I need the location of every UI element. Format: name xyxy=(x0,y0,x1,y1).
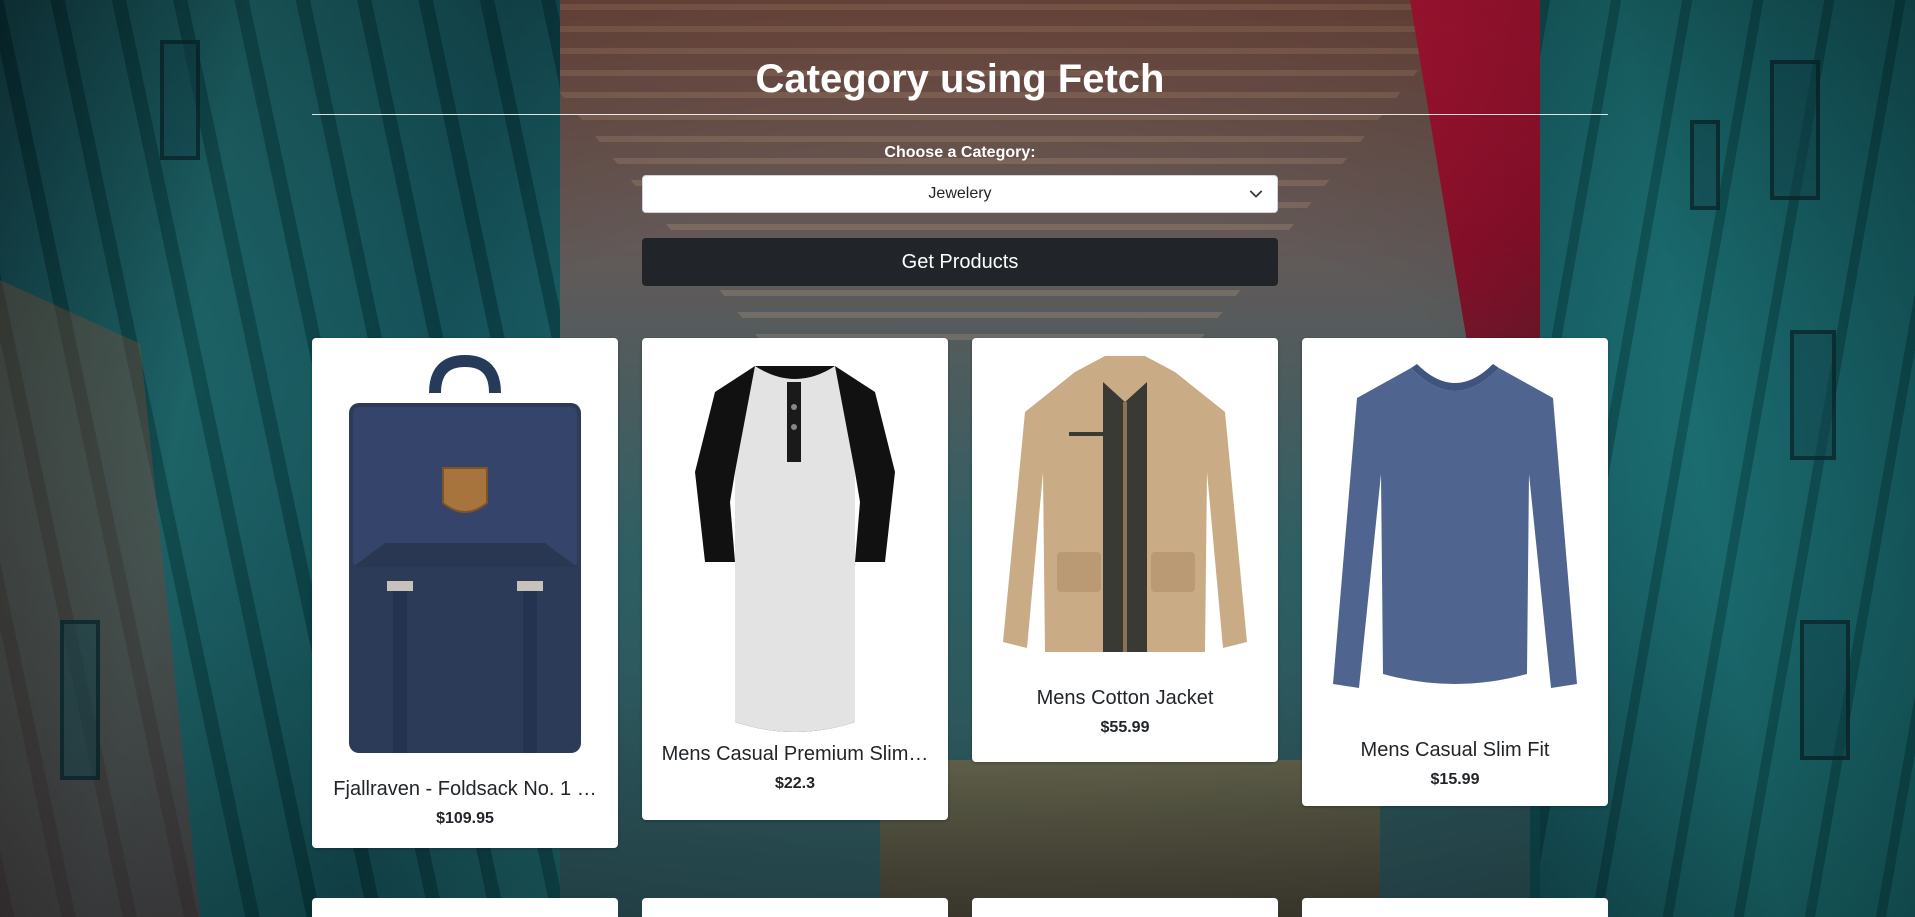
product-card[interactable] xyxy=(642,898,948,917)
main-container: Category using Fetch Choose a Category: … xyxy=(312,0,1608,917)
product-price: $109.95 xyxy=(436,810,494,827)
product-card[interactable] xyxy=(972,898,1278,917)
product-card[interactable]: Mens Casual Premium Slim… $22.3 xyxy=(642,338,948,820)
get-products-button[interactable]: Get Products xyxy=(642,238,1278,286)
product-card[interactable]: Mens Cotton Jacket $55.99 xyxy=(972,338,1278,762)
backpack-image xyxy=(349,354,581,753)
category-label: Choose a Category: xyxy=(884,144,1036,161)
product-card[interactable]: Mens Casual Slim Fit $15.99 xyxy=(1302,338,1608,806)
page-title: Category using Fetch xyxy=(755,57,1165,101)
product-title: Mens Cotton Jacket xyxy=(1036,687,1214,709)
category-select[interactable]: Jewelery xyxy=(642,175,1278,213)
product-title: Mens Casual Slim Fit xyxy=(1360,739,1550,761)
product-card[interactable]: Fjallraven - Foldsack No. 1 … $109.95 xyxy=(312,338,618,848)
product-title: Mens Casual Premium Slim… xyxy=(661,743,929,765)
product-card[interactable] xyxy=(1302,898,1608,917)
raglan-tshirt-image xyxy=(695,366,895,732)
product-price: $55.99 xyxy=(1100,719,1150,736)
product-price: $15.99 xyxy=(1430,771,1480,788)
cotton-jacket-image xyxy=(1003,356,1247,652)
chevron-down-icon xyxy=(1249,190,1263,198)
category-select-value: Jewelery xyxy=(928,185,992,202)
category-form: Choose a Category: Jewelery Get Products xyxy=(642,143,1278,286)
product-card[interactable] xyxy=(312,898,618,917)
title-divider xyxy=(312,114,1608,115)
product-title: Fjallraven - Foldsack No. 1 … xyxy=(333,778,597,800)
product-price: $22.3 xyxy=(774,775,816,792)
long-sleeve-tshirt-image xyxy=(1333,364,1577,688)
